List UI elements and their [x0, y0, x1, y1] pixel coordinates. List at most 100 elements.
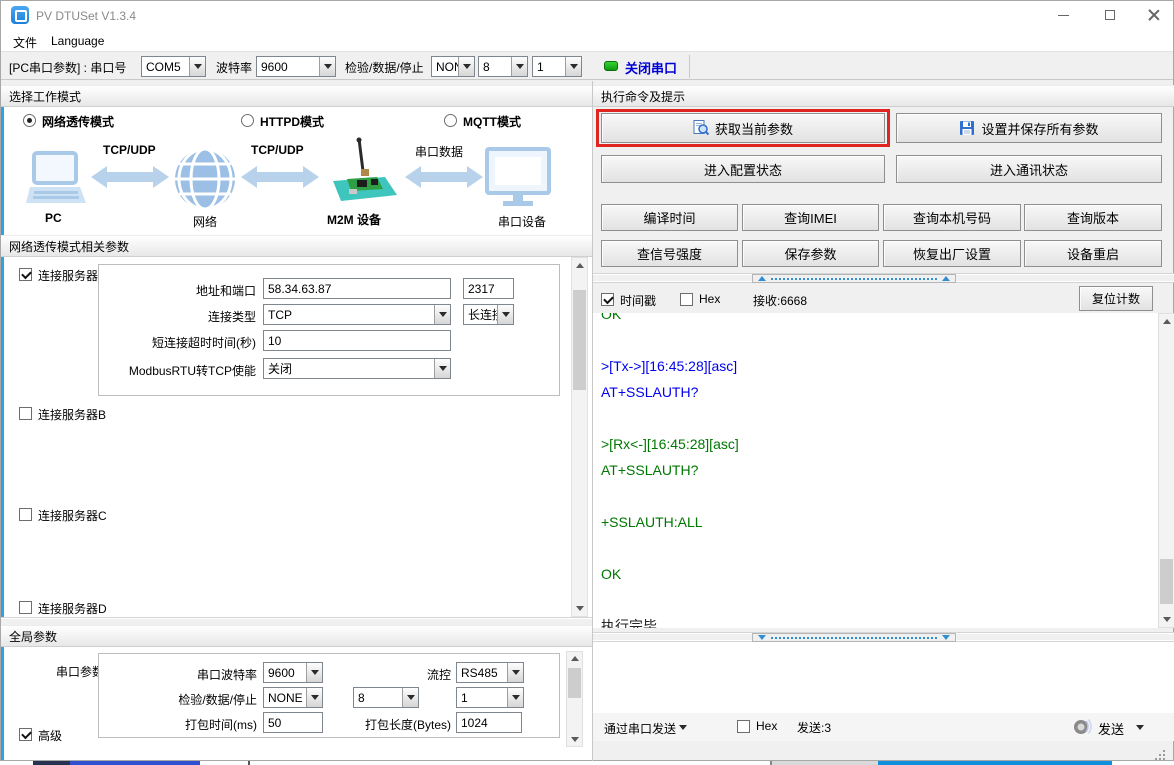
- scroll-up-icon[interactable]: [1159, 314, 1174, 329]
- flow-select[interactable]: RS485: [456, 662, 524, 683]
- close-port-button[interactable]: 关闭串口: [625, 58, 677, 77]
- global-panel-scrollbar[interactable]: [566, 651, 583, 747]
- uart-databits-select[interactable]: 8: [353, 687, 419, 708]
- query-signal-button[interactable]: 查信号强度: [601, 240, 738, 267]
- uart-stopbits-select[interactable]: 1: [456, 687, 524, 708]
- radio-transparent-mode[interactable]: [23, 114, 36, 127]
- menu-language[interactable]: Language: [51, 34, 104, 48]
- advanced-checkbox[interactable]: [19, 728, 32, 741]
- chevron-down-icon[interactable]: [458, 57, 474, 76]
- collapse-up-icon[interactable]: [758, 276, 766, 281]
- conn-mode-select[interactable]: 长连接: [463, 304, 514, 325]
- stopbits-select[interactable]: 1: [532, 56, 582, 77]
- radio-transparent-mode-label[interactable]: 网络透传模式: [42, 113, 114, 130]
- send-button[interactable]: 发送: [1098, 719, 1124, 738]
- modbus-select[interactable]: 关闭: [263, 358, 451, 379]
- scroll-down-icon[interactable]: [1159, 612, 1174, 627]
- splitter-handle[interactable]: [752, 633, 956, 642]
- send-hex-checkbox[interactable]: [737, 720, 750, 733]
- query-version-button[interactable]: 查询版本: [1024, 204, 1162, 231]
- radio-mqtt-mode-label[interactable]: MQTT模式: [463, 113, 521, 130]
- enter-config-button[interactable]: 进入配置状态: [601, 155, 885, 183]
- chevron-down-icon[interactable]: [565, 57, 581, 76]
- query-imei-button[interactable]: 查询IMEI: [742, 204, 879, 231]
- uart-parity-select[interactable]: NONE: [263, 687, 323, 708]
- close-button[interactable]: [1131, 1, 1174, 29]
- chevron-down-icon[interactable]: [306, 663, 322, 682]
- scrollbar-thumb[interactable]: [568, 668, 581, 698]
- server-a-label[interactable]: 连接服务器A: [38, 267, 106, 284]
- chevron-down-icon[interactable]: [434, 305, 450, 324]
- maximize-icon: [1105, 10, 1115, 20]
- timestamp-label[interactable]: 时间戳: [620, 292, 656, 309]
- chevron-down-icon[interactable]: [511, 57, 527, 76]
- enter-comm-button[interactable]: 进入通讯状态: [896, 155, 1162, 183]
- chevron-down-icon[interactable]: [507, 663, 523, 682]
- conn-type-select[interactable]: TCP: [263, 304, 451, 325]
- server-d-label[interactable]: 连接服务器D: [38, 600, 107, 617]
- scroll-down-icon[interactable]: [572, 601, 587, 616]
- server-a-address-input[interactable]: 58.34.63.87: [263, 278, 451, 299]
- set-save-params-button[interactable]: 设置并保存所有参数: [896, 113, 1162, 143]
- send-hex-label[interactable]: Hex: [756, 719, 777, 733]
- resize-grip[interactable]: [1163, 750, 1165, 752]
- send-via-serial-dropdown[interactable]: 通过串口发送: [604, 720, 676, 737]
- chevron-down-icon[interactable]: [402, 688, 418, 707]
- scroll-up-icon[interactable]: [572, 258, 587, 273]
- radio-mqtt-mode[interactable]: [444, 114, 457, 127]
- scroll-down-icon[interactable]: [567, 733, 582, 746]
- advanced-label[interactable]: 高级: [38, 727, 62, 744]
- pack-len-input[interactable]: 1024: [456, 712, 522, 733]
- server-panel-scrollbar[interactable]: [571, 257, 588, 617]
- server-a-port-input[interactable]: 2317: [463, 278, 514, 299]
- timestamp-checkbox[interactable]: [601, 293, 614, 306]
- radio-httpd-mode[interactable]: [241, 114, 254, 127]
- chevron-down-icon[interactable]: [319, 57, 335, 76]
- device-restart-button[interactable]: 设备重启: [1024, 240, 1162, 267]
- save-params-button[interactable]: 保存参数: [742, 240, 879, 267]
- chevron-down-icon[interactable]: [1136, 725, 1144, 730]
- menu-file[interactable]: 文件: [13, 34, 37, 51]
- scroll-up-icon[interactable]: [567, 652, 582, 665]
- query-number-button[interactable]: 查询本机号码: [883, 204, 1021, 231]
- collapse-down-icon[interactable]: [942, 635, 950, 640]
- chevron-down-icon[interactable]: [497, 305, 513, 324]
- chevron-down-icon[interactable]: [679, 725, 687, 730]
- compile-time-button[interactable]: 编译时间: [601, 204, 738, 231]
- log-splitter[interactable]: [593, 273, 1174, 283]
- short-conn-timeout-input[interactable]: 10: [263, 330, 451, 351]
- recv-hex-label[interactable]: Hex: [699, 292, 720, 306]
- chevron-down-icon[interactable]: [434, 359, 450, 378]
- server-d-checkbox[interactable]: [19, 601, 32, 614]
- uart-baud-select[interactable]: 9600: [263, 662, 323, 683]
- chevron-down-icon[interactable]: [189, 57, 205, 76]
- server-a-checkbox[interactable]: [19, 268, 32, 281]
- factory-reset-button[interactable]: 恢复出厂设置: [883, 240, 1021, 267]
- server-c-label[interactable]: 连接服务器C: [38, 507, 107, 524]
- send-textarea[interactable]: [593, 642, 1174, 713]
- minimize-button[interactable]: [1041, 1, 1086, 29]
- collapse-down-icon[interactable]: [758, 635, 766, 640]
- send-splitter[interactable]: [593, 632, 1174, 642]
- baud-select[interactable]: 9600: [256, 56, 336, 77]
- collapse-up-icon[interactable]: [942, 276, 950, 281]
- log-output[interactable]: OK >[Tx->][16:45:28][asc]AT+SSLAUTH? >[R…: [593, 313, 1158, 628]
- maximize-button[interactable]: [1087, 1, 1132, 29]
- radio-httpd-mode-label[interactable]: HTTPD模式: [260, 113, 324, 130]
- scrollbar-thumb[interactable]: [573, 290, 586, 390]
- pack-time-input[interactable]: 50: [263, 712, 323, 733]
- recv-hex-checkbox[interactable]: [680, 293, 693, 306]
- databits-select[interactable]: 8: [478, 56, 528, 77]
- log-scrollbar[interactable]: [1158, 313, 1174, 628]
- chevron-down-icon[interactable]: [306, 688, 322, 707]
- reset-counter-button[interactable]: 复位计数: [1079, 286, 1153, 311]
- title-bar[interactable]: PV DTUSet V1.3.4: [1, 1, 1173, 29]
- chevron-down-icon[interactable]: [507, 688, 523, 707]
- server-c-checkbox[interactable]: [19, 508, 32, 521]
- parity-select[interactable]: NONI: [431, 56, 475, 77]
- splitter-handle[interactable]: [752, 274, 956, 283]
- server-b-checkbox[interactable]: [19, 407, 32, 420]
- scrollbar-thumb[interactable]: [1160, 559, 1173, 604]
- com-port-select[interactable]: COM5: [141, 56, 206, 77]
- server-b-label[interactable]: 连接服务器B: [38, 406, 106, 423]
